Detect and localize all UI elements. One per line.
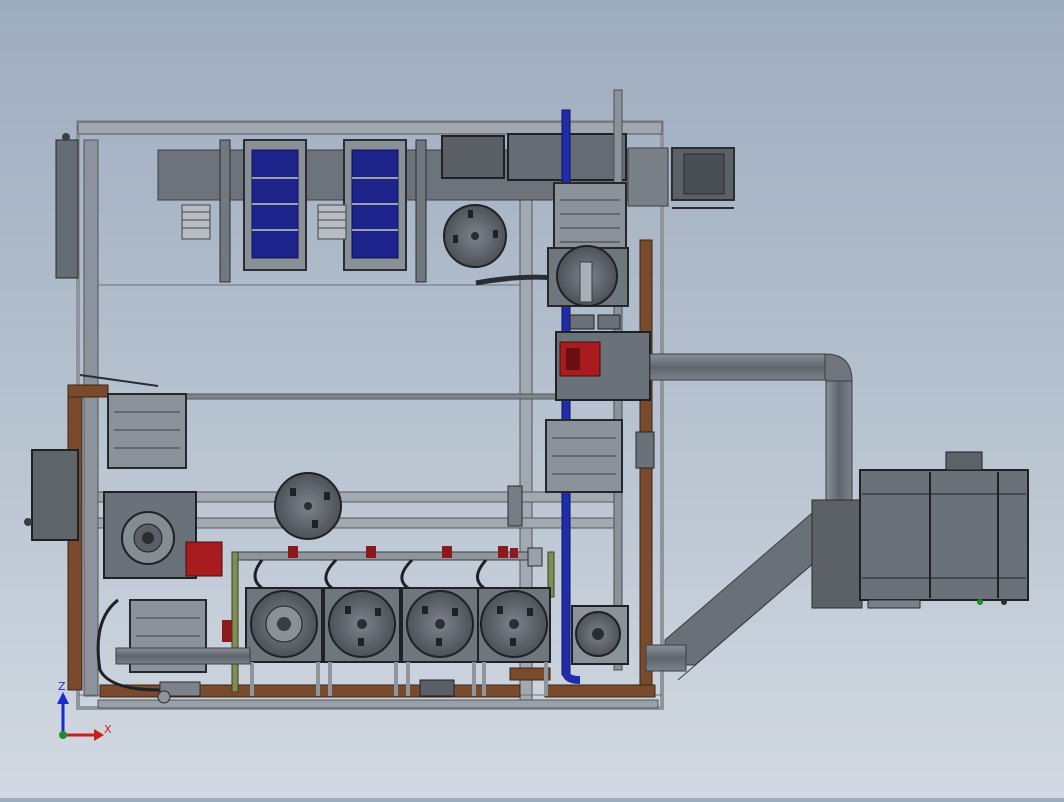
upper-round-tank [443,204,556,286]
main-pump-housing [555,314,651,401]
z-axis-label: Z [58,680,66,693]
small-pump [571,605,629,665]
x-axis-label: X [104,723,112,736]
tank-2 [323,587,401,696]
upper-right-basket [547,182,629,307]
assembly-drawing: Z X [24,89,1029,741]
axis-triad [57,692,104,741]
blower-unit [24,449,223,579]
external-cabinet [859,451,1029,609]
tank-row [245,587,551,696]
middle-round-tank [274,472,523,540]
tank-1 [245,587,323,696]
right-basket-middle [545,419,655,493]
exhaust-duct [645,353,863,681]
left-control-panel [55,133,79,279]
cad-viewport[interactable]: Z X [0,0,1064,798]
